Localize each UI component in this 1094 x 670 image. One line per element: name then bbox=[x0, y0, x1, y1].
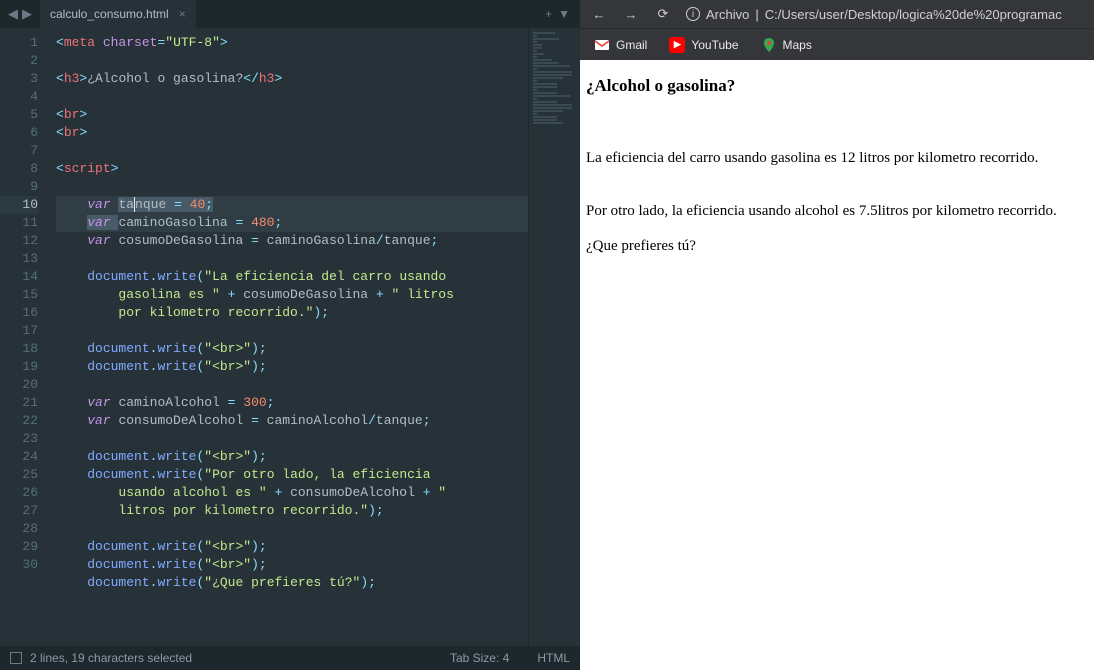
minimap[interactable] bbox=[528, 28, 580, 646]
tab-prev-icon[interactable]: ◀ bbox=[8, 6, 18, 22]
browser-toolbar: ← → ⟳ i Archivo | C:/Users/user/Desktop/… bbox=[580, 0, 1094, 28]
code-area[interactable]: <meta charset="UTF-8"> <h3>¿Alcohol o ga… bbox=[48, 28, 580, 646]
bookmarks-bar: Gmail ▶ YouTube Maps bbox=[580, 28, 1094, 60]
browser-nav: ← → ⟳ bbox=[590, 5, 672, 23]
tab-menu-icon[interactable]: ▼ bbox=[558, 7, 570, 21]
status-tabsize[interactable]: Tab Size: 4 bbox=[450, 651, 509, 665]
back-icon[interactable]: ← bbox=[590, 5, 608, 23]
bookmark-label: Maps bbox=[783, 38, 812, 52]
bookmark-maps[interactable]: Maps bbox=[761, 37, 812, 53]
tab-next-icon[interactable]: ▶ bbox=[22, 6, 32, 22]
tab-bar: ◀ ▶ calculo_consumo.html × + ▼ bbox=[0, 0, 580, 28]
info-icon[interactable]: i bbox=[686, 7, 700, 21]
youtube-icon: ▶ bbox=[669, 37, 685, 53]
browser-pane: ← → ⟳ i Archivo | C:/Users/user/Desktop/… bbox=[580, 0, 1094, 670]
page-paragraph: La eficiencia del carro usando gasolina … bbox=[586, 150, 1088, 167]
editor-pane: ◀ ▶ calculo_consumo.html × + ▼ 1234 5678… bbox=[0, 0, 580, 670]
panel-icon[interactable] bbox=[10, 652, 22, 664]
status-selection: 2 lines, 19 characters selected bbox=[30, 651, 192, 665]
page-paragraph: ¿Que prefieres tú? bbox=[586, 238, 1088, 255]
tab-bar-right: + ▼ bbox=[535, 7, 580, 21]
line-gutter: 1234 5678 9101112 13141516 17181920 2122… bbox=[0, 28, 48, 646]
addr-label: Archivo bbox=[706, 7, 749, 22]
gmail-icon bbox=[594, 37, 610, 53]
page-title: ¿Alcohol o gasolina? bbox=[586, 76, 1088, 96]
address-bar[interactable]: i Archivo | C:/Users/user/Desktop/logica… bbox=[686, 7, 1084, 22]
forward-icon[interactable]: → bbox=[622, 5, 640, 23]
new-tab-icon[interactable]: + bbox=[545, 7, 552, 21]
bookmark-gmail[interactable]: Gmail bbox=[594, 37, 647, 53]
status-bar: 2 lines, 19 characters selected Tab Size… bbox=[0, 646, 580, 670]
tab-active[interactable]: calculo_consumo.html × bbox=[40, 0, 196, 28]
close-icon[interactable]: × bbox=[179, 7, 186, 21]
addr-sep: | bbox=[755, 7, 758, 22]
page-content: ¿Alcohol o gasolina? La eficiencia del c… bbox=[580, 60, 1094, 670]
maps-icon bbox=[761, 37, 777, 53]
page-paragraph: Por otro lado, la eficiencia usando alco… bbox=[586, 203, 1088, 220]
bookmark-label: YouTube bbox=[691, 38, 738, 52]
tab-title: calculo_consumo.html bbox=[50, 7, 169, 21]
bookmark-youtube[interactable]: ▶ YouTube bbox=[669, 37, 738, 53]
bookmark-label: Gmail bbox=[616, 38, 647, 52]
addr-path: C:/Users/user/Desktop/logica%20de%20prog… bbox=[765, 7, 1062, 22]
status-language[interactable]: HTML bbox=[537, 651, 570, 665]
reload-icon[interactable]: ⟳ bbox=[654, 5, 672, 23]
editor-body[interactable]: 1234 5678 9101112 13141516 17181920 2122… bbox=[0, 28, 580, 646]
tab-nav: ◀ ▶ bbox=[0, 6, 40, 22]
